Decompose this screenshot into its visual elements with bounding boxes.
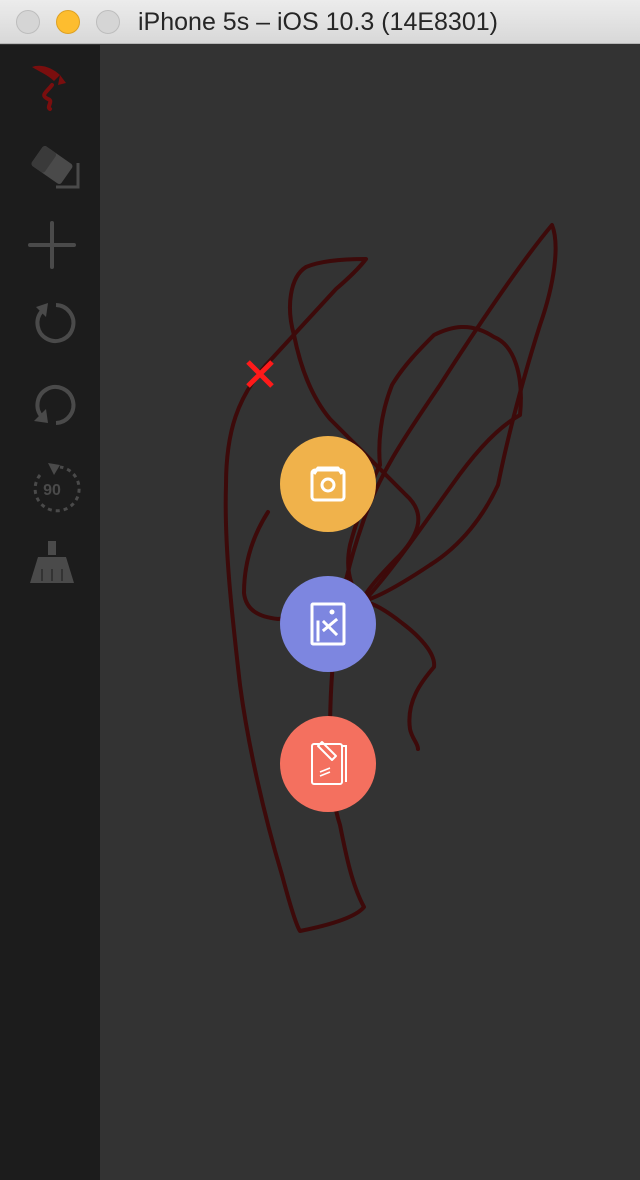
window-zoom-button[interactable]	[96, 10, 120, 34]
close-menu-button[interactable]	[242, 356, 278, 392]
broom-icon	[30, 541, 74, 583]
eraser-tool-button[interactable]	[20, 133, 84, 197]
window-title: iPhone 5s – iOS 10.3 (14E8301)	[138, 8, 498, 36]
undo-icon	[34, 385, 76, 425]
brush-icon	[32, 65, 66, 111]
rotate-90-tool-button[interactable]: 90	[20, 455, 84, 519]
window-minimize-button[interactable]	[56, 10, 80, 34]
note-edit-icon	[311, 741, 347, 785]
camera-button[interactable]	[280, 436, 376, 532]
redo-tool-button[interactable]	[20, 291, 84, 355]
drawing-canvas[interactable]	[100, 45, 640, 1180]
clear-tool-button[interactable]	[20, 533, 84, 597]
note-edit-button[interactable]	[280, 716, 376, 812]
undo-tool-button[interactable]	[20, 373, 84, 437]
rotate-90-icon: 90	[33, 463, 81, 513]
redo-icon	[35, 303, 76, 343]
close-icon	[246, 360, 274, 388]
tool-sidebar: 90	[0, 45, 100, 1180]
gallery-icon	[310, 602, 346, 646]
eraser-icon	[31, 146, 80, 189]
window-titlebar: iPhone 5s – iOS 10.3 (14E8301)	[0, 0, 640, 44]
brush-tool-button[interactable]	[20, 55, 84, 119]
camera-icon	[310, 466, 346, 502]
plus-icon	[28, 221, 76, 269]
gallery-button[interactable]	[280, 576, 376, 672]
add-tool-button[interactable]	[20, 213, 84, 277]
rotate-90-label: 90	[43, 482, 61, 499]
window-close-button[interactable]	[16, 10, 40, 34]
